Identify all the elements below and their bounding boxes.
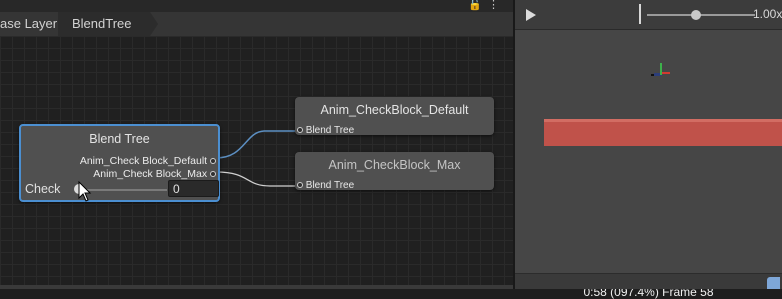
blend-tree-node[interactable]: Blend Tree Anim_Check Block_Default Anim… xyxy=(19,124,220,202)
input-port-dot-icon[interactable] xyxy=(297,182,303,189)
wire-default xyxy=(215,130,297,159)
clip-node-default[interactable]: Anim_CheckBlock_Default Blend Tree xyxy=(295,97,494,136)
speed-value: 1.00x xyxy=(753,7,782,21)
blend-tree-node-title: Blend Tree xyxy=(89,132,150,146)
parameter-slider-track[interactable] xyxy=(79,189,167,191)
animator-graph-panel: 🔓⋮ ase Layer BlendTree Blend Tree Anim_C… xyxy=(0,0,513,289)
timeline-marker[interactable] xyxy=(639,4,641,24)
output-port-dot-icon[interactable] xyxy=(210,158,216,165)
output-port-default[interactable]: Anim_Check Block_Default xyxy=(80,155,216,167)
output-port-label: Anim_Check Block_Default xyxy=(79,155,208,167)
input-port-dot-icon[interactable] xyxy=(297,127,303,134)
wire-max xyxy=(215,171,297,187)
clip-input-label: Blend Tree xyxy=(305,125,355,136)
play-icon[interactable] xyxy=(526,9,536,21)
corner-tool-icon[interactable] xyxy=(767,277,780,289)
clip-node-title: Anim_CheckBlock_Default xyxy=(320,103,469,117)
mouse-cursor-icon xyxy=(78,181,92,202)
preview-object xyxy=(544,122,782,146)
preview-bottom-bar xyxy=(515,273,782,289)
parameter-label: Check xyxy=(25,182,61,196)
preview-panel: 1.00x 0:58 (097.4%) Frame 58 xyxy=(515,0,782,299)
parameter-value-field[interactable]: 0 xyxy=(168,180,219,197)
preview-toolbar: 1.00x xyxy=(515,0,782,30)
clip-input-port[interactable]: Blend Tree xyxy=(297,180,354,191)
output-port-dot-icon[interactable] xyxy=(210,171,216,178)
preview-viewport[interactable]: 0:58 (097.4%) Frame 58 xyxy=(515,30,782,299)
speed-slider-track[interactable] xyxy=(647,14,755,16)
clip-node-max[interactable]: Anim_CheckBlock_Max Blend Tree xyxy=(295,152,494,191)
speed-slider-handle[interactable] xyxy=(691,10,701,20)
clip-input-label: Blend Tree xyxy=(305,180,355,191)
clip-input-port[interactable]: Blend Tree xyxy=(297,125,354,136)
pivot-gizmo-icon xyxy=(662,72,670,74)
output-port-label: Anim_Check Block_Max xyxy=(93,168,208,180)
output-port-max[interactable]: Anim_Check Block_Max xyxy=(93,168,216,180)
clip-node-title: Anim_CheckBlock_Max xyxy=(328,158,461,172)
panel-bottom-border xyxy=(0,285,513,289)
